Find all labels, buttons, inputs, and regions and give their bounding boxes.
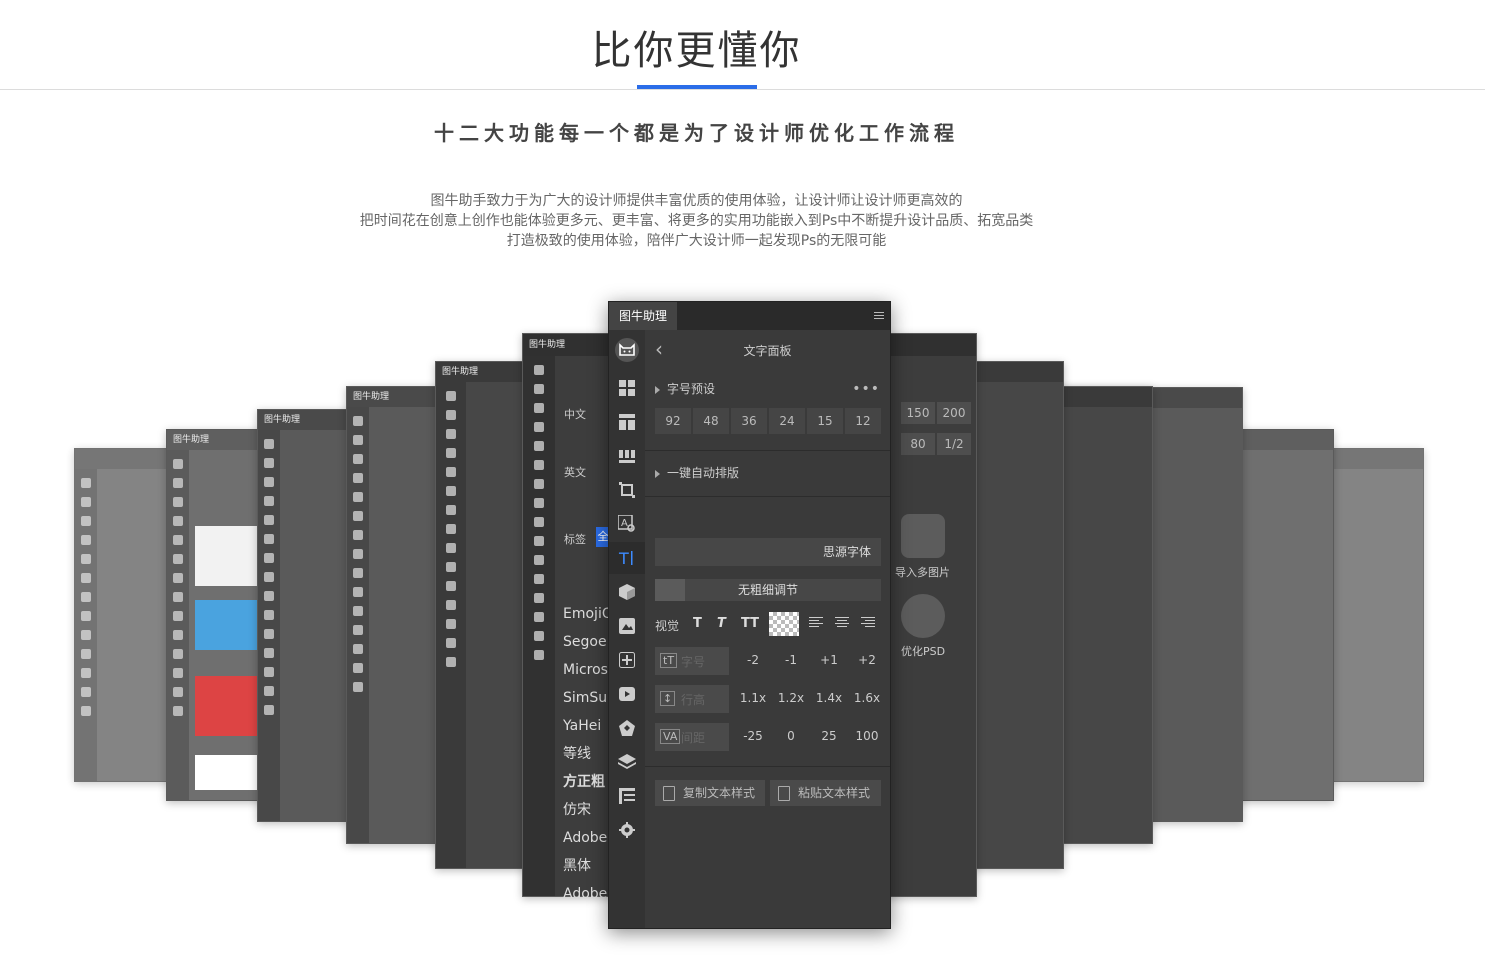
adjust-value-button[interactable]: 100 xyxy=(849,729,885,743)
expand-triangle-icon xyxy=(655,385,660,394)
size-preset-button[interactable]: 36 xyxy=(731,408,767,434)
line-height-icon: ↕ xyxy=(660,691,676,706)
text-panel-content: ‹ 文字面板 字号预设 ••• 92 48 36 24 15 12 一键自动排版… xyxy=(645,330,890,928)
font-item: Micros xyxy=(563,662,608,678)
section-divider xyxy=(645,496,890,497)
font-item: Adobe xyxy=(563,830,608,846)
size-preset-row: 92 48 36 24 15 12 xyxy=(655,408,883,434)
letter-spacing-icon: VA xyxy=(660,729,681,744)
size-preset-button[interactable]: 92 xyxy=(655,408,691,434)
font-item: SimSun- xyxy=(563,690,611,706)
letter-spacing-field[interactable]: VA 间距 xyxy=(655,723,729,751)
panel-header: 图牛助理 xyxy=(609,302,890,330)
tool-rail: A T xyxy=(609,330,645,928)
panel-title: 文字面板 xyxy=(743,344,792,358)
badge-icon[interactable] xyxy=(609,712,645,744)
text-tool-icon[interactable]: T xyxy=(609,542,645,574)
align-right-icon[interactable] xyxy=(861,617,875,629)
adjust-value-button[interactable]: 1.2x xyxy=(773,691,809,705)
columns-icon[interactable] xyxy=(609,440,645,472)
add-icon[interactable] xyxy=(609,644,645,676)
adjust-value-button[interactable]: 1.6x xyxy=(849,691,885,705)
expand-triangle-icon xyxy=(655,469,660,478)
section-divider xyxy=(645,450,890,451)
font-item: 方正粗 xyxy=(563,774,605,790)
font-select[interactable]: 思源字体 xyxy=(655,538,881,566)
adjust-value-button[interactable]: -2 xyxy=(735,653,771,667)
font-item: 黑体 xyxy=(563,858,591,874)
adjust-value-button[interactable]: -25 xyxy=(735,729,771,743)
font-size-field[interactable]: tT 字号 xyxy=(655,647,729,675)
adjust-value-button[interactable]: 1.1x xyxy=(735,691,771,705)
size-preset-button[interactable]: 48 xyxy=(693,408,729,434)
font-item: 等线 xyxy=(563,746,591,762)
font-item: YaHei xyxy=(563,718,602,734)
weight-label: 无粗细调节 xyxy=(737,583,798,597)
description-line: 把时间花在创意上创作也能体验更多元、更丰富、将更多的实用功能嵌入到Ps中不断提升… xyxy=(359,213,1034,229)
paste-icon xyxy=(778,786,790,801)
settings-icon[interactable] xyxy=(609,814,645,846)
font-item: 仿宋 xyxy=(563,802,591,818)
tab-tuniu-assistant[interactable]: 图牛助理 xyxy=(609,302,678,330)
description-line: 打造极致的使用体验，陪伴广大设计师一起发现Ps的无限可能 xyxy=(506,233,887,249)
font-search-icon[interactable]: A xyxy=(609,508,645,540)
uppercase-button[interactable]: TT xyxy=(741,616,759,631)
font-item: Segoe U xyxy=(563,634,611,650)
header-divider xyxy=(0,89,1485,90)
adjust-value-button[interactable]: +1 xyxy=(811,653,847,667)
style-row: 视觉 T T TT xyxy=(655,612,881,638)
size-preset-button[interactable]: 24 xyxy=(769,408,805,434)
logo-icon[interactable] xyxy=(609,332,645,368)
menu-icon[interactable] xyxy=(874,312,884,321)
page-title: 比你更懂你 xyxy=(591,28,802,74)
layers-icon[interactable] xyxy=(609,746,645,778)
page-subtitle: 十二大功能每一个都是为了设计师优化工作流程 xyxy=(434,121,959,145)
visual-label: 视觉 xyxy=(655,619,680,633)
image-edit-icon[interactable] xyxy=(609,610,645,642)
size-preset-button[interactable]: 12 xyxy=(845,408,881,434)
description-line: 图牛助手致力于为广大的设计师提供丰富优质的使用体验，让设计师让设计师更高效的 xyxy=(430,193,963,209)
svg-text:T: T xyxy=(618,549,629,567)
bold-button[interactable]: T xyxy=(693,616,702,631)
text-panel: 图牛助理 A T ‹ 文字面板 字号预设 ••• 92 48 36 24 15 … xyxy=(608,301,891,929)
letter-spacing-adjust-row: VA 间距 -25 0 25 100 xyxy=(655,723,881,751)
adjust-value-button[interactable]: -1 xyxy=(773,653,809,667)
adjust-value-button[interactable]: 0 xyxy=(773,729,809,743)
image-import-icon xyxy=(901,514,945,558)
video-icon[interactable] xyxy=(609,678,645,710)
adjust-value-button[interactable]: +2 xyxy=(849,653,885,667)
crop-icon[interactable] xyxy=(609,474,645,506)
font-size-icon: tT xyxy=(660,653,678,668)
line-height-field[interactable]: ↕ 行高 xyxy=(655,685,729,713)
copy-icon xyxy=(663,786,675,801)
optimize-psd-icon xyxy=(901,594,945,638)
font-size-adjust-row: tT 字号 -2 -1 +1 +2 xyxy=(655,647,881,675)
align-left-icon[interactable] xyxy=(809,617,823,629)
size-preset-section[interactable]: 字号预设 xyxy=(655,380,715,397)
svg-text:A: A xyxy=(621,518,628,529)
page-description: 图牛助手致力于为广大的设计师提供丰富优质的使用体验，让设计师让设计师更高效的 把… xyxy=(0,191,1393,251)
font-item: EmojiO xyxy=(563,606,611,622)
more-icon[interactable]: ••• xyxy=(852,381,880,397)
grid-icon[interactable] xyxy=(609,372,645,404)
italic-button[interactable]: T xyxy=(717,616,726,631)
font-item: Adobe xyxy=(563,886,608,902)
weight-slider[interactable]: 无粗细调节 xyxy=(655,579,881,601)
section-divider xyxy=(645,766,890,767)
line-height-adjust-row: ↕ 行高 1.1x 1.2x 1.4x 1.6x xyxy=(655,685,881,713)
cube-icon[interactable] xyxy=(609,576,645,608)
copy-text-style-button[interactable]: 复制文本样式 xyxy=(655,780,765,806)
adjust-value-button[interactable]: 25 xyxy=(811,729,847,743)
adjust-value-button[interactable]: 1.4x xyxy=(811,691,847,705)
layout-icon[interactable] xyxy=(609,406,645,438)
align-center-icon[interactable] xyxy=(835,617,849,629)
tree-icon[interactable] xyxy=(609,780,645,812)
paste-text-style-button[interactable]: 粘贴文本样式 xyxy=(770,780,881,806)
size-preset-button[interactable]: 15 xyxy=(807,408,843,434)
transparent-color-swatch[interactable] xyxy=(769,612,799,636)
auto-layout-section[interactable]: 一键自动排版 xyxy=(655,464,739,481)
